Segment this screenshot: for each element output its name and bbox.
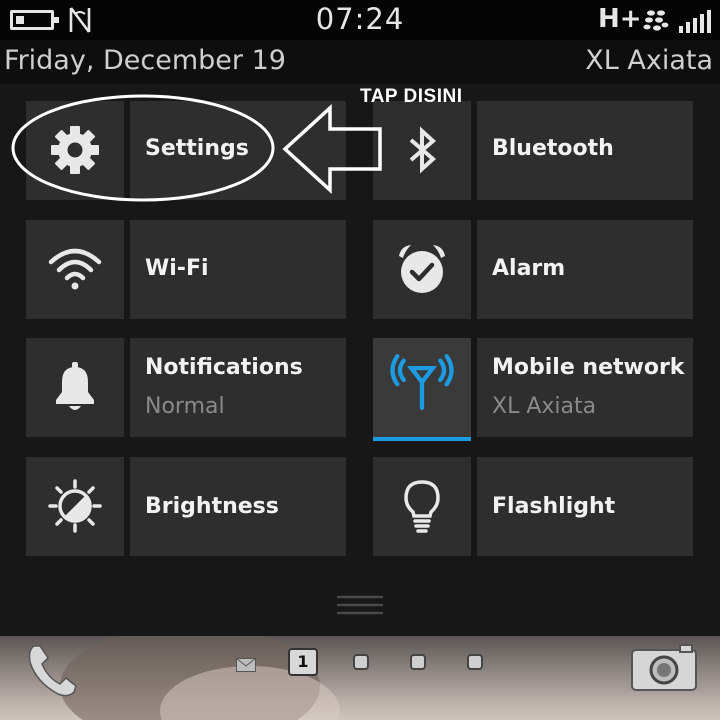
tile-label: Alarm: [492, 256, 566, 281]
tile-brightness[interactable]: Brightness: [26, 457, 346, 556]
annotation-ellipse: [11, 94, 275, 202]
tile-label: Mobile network: [492, 355, 685, 380]
bell-icon: [56, 362, 94, 410]
tile-flashlight[interactable]: Flashlight: [373, 457, 693, 556]
page-indicator[interactable]: [467, 654, 483, 670]
tile-wifi[interactable]: Wi-Fi: [26, 220, 346, 319]
active-indicator: [373, 437, 471, 441]
signal-icon: [679, 10, 711, 33]
info-bar: Friday, December 19 XL Axiata: [0, 40, 720, 84]
date-label: Friday, December 19: [4, 45, 286, 76]
tile-notifications[interactable]: Notifications Normal: [26, 338, 346, 437]
home-dock: 1: [0, 636, 720, 720]
tile-sublabel: Normal: [145, 394, 225, 419]
page-indicator[interactable]: [353, 654, 369, 670]
tile-bluetooth[interactable]: Bluetooth: [373, 101, 693, 200]
tile-label: Brightness: [145, 494, 279, 519]
tile-label: Notifications: [145, 355, 303, 380]
blackberry-icon: [643, 10, 669, 31]
antenna-icon: [390, 354, 454, 410]
tile-label: Wi-Fi: [145, 256, 209, 281]
tile-sublabel: XL Axiata: [492, 394, 597, 419]
alarm-clock-icon: [399, 245, 445, 293]
annotation-label: TAP DISINI: [360, 86, 463, 107]
drag-handle-icon[interactable]: [337, 594, 383, 616]
camera-icon[interactable]: [630, 642, 698, 692]
tile-mobile-network[interactable]: Mobile network XL Axiata: [373, 338, 693, 441]
tile-alarm[interactable]: Alarm: [373, 220, 693, 319]
carrier-label: XL Axiata: [585, 45, 713, 76]
page-indicator[interactable]: [410, 654, 426, 670]
brightness-icon: [48, 479, 102, 533]
wifi-icon: [48, 248, 102, 290]
mail-icon[interactable]: [236, 658, 256, 672]
annotation-arrow: [282, 104, 382, 194]
tile-label: Flashlight: [492, 494, 616, 519]
page-indicator-current[interactable]: 1: [288, 648, 318, 676]
tile-label: Bluetooth: [492, 136, 614, 161]
network-type-label: H+: [598, 4, 642, 34]
bluetooth-icon: [409, 126, 437, 174]
phone-icon[interactable]: [24, 640, 84, 700]
lightbulb-icon: [404, 480, 440, 533]
status-bar: 07:24 H+: [0, 0, 720, 40]
